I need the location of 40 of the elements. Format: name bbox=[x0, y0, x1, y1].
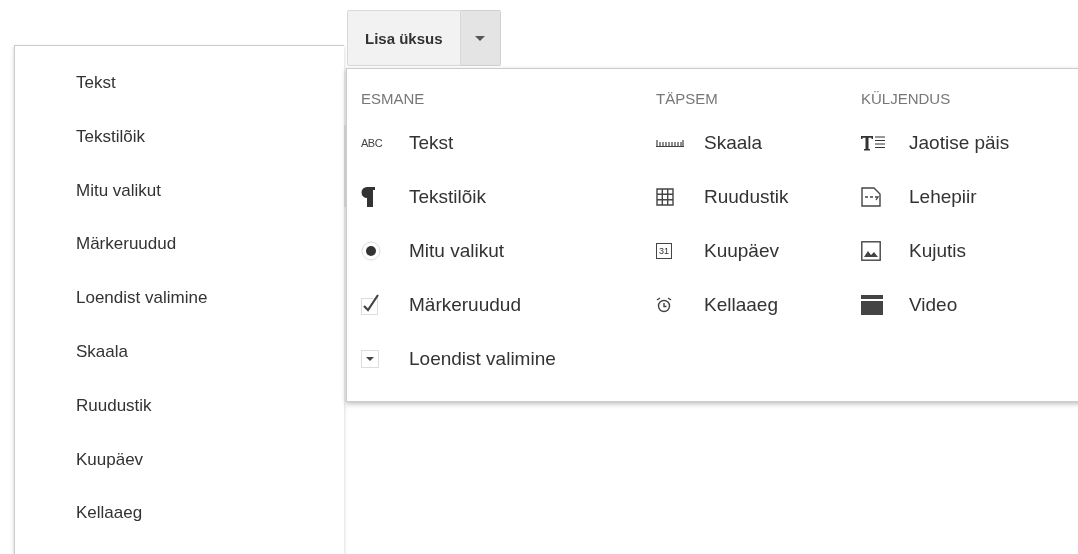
menu-item[interactable]: Ruudustik bbox=[76, 394, 344, 449]
menu-item[interactable]: Tekst bbox=[76, 72, 344, 126]
menu-item[interactable]: Kujutis bbox=[909, 240, 967, 262]
dropdown-icon bbox=[361, 350, 379, 368]
clapperboard-icon bbox=[861, 295, 883, 315]
menu-item[interactable]: Kuupäev bbox=[76, 448, 344, 503]
menu-item[interactable]: Tekstilõik bbox=[409, 186, 487, 208]
menu-item[interactable]: Kellaaeg bbox=[76, 502, 344, 554]
dropdown-button[interactable] bbox=[460, 10, 501, 66]
column-heading: ESMANE bbox=[361, 90, 426, 109]
menu-item[interactable]: Mitu valikut bbox=[76, 179, 344, 234]
menu-item[interactable]: Loendist valimine bbox=[409, 348, 556, 370]
menu-item[interactable]: Tekstilõik bbox=[76, 125, 344, 180]
menu-item[interactable]: Skaala bbox=[76, 341, 344, 395]
menu-item[interactable]: Mitu valikut bbox=[409, 240, 505, 262]
column-heading: KÜLJENDUS bbox=[861, 90, 952, 109]
image-icon bbox=[861, 241, 881, 261]
menu-item[interactable]: Tekst bbox=[409, 132, 454, 154]
menu-item[interactable]: Loendist valimine bbox=[76, 287, 344, 341]
paragraph-icon bbox=[361, 187, 375, 207]
heading-icon bbox=[861, 135, 885, 151]
menu-item[interactable]: Kuupäev bbox=[704, 240, 779, 262]
alarm-clock-icon bbox=[656, 297, 672, 313]
menu-item[interactable]: Jaotise päis bbox=[909, 132, 1010, 154]
menu-item[interactable]: Video bbox=[909, 294, 958, 316]
add-item-button[interactable]: Lisa üksus bbox=[347, 10, 461, 66]
ruler-icon bbox=[656, 139, 684, 147]
caret-icon bbox=[475, 35, 486, 41]
calendar-icon: 31 bbox=[656, 243, 672, 259]
grid-icon bbox=[656, 188, 674, 206]
column-heading: TÄPSEM bbox=[656, 90, 719, 109]
menu-item[interactable]: Kellaaeg bbox=[704, 294, 778, 316]
menu-item[interactable]: Märkeruudud bbox=[409, 294, 521, 316]
menu-item[interactable]: Ruudustik bbox=[704, 186, 789, 208]
menu-item[interactable]: Lehepiir bbox=[909, 186, 977, 208]
menu-item[interactable]: Skaala bbox=[704, 132, 763, 154]
text-icon: ABC bbox=[361, 137, 383, 149]
radio-icon bbox=[361, 241, 381, 261]
menu-item[interactable]: Märkeruudud bbox=[76, 233, 344, 288]
page-break-icon bbox=[861, 187, 881, 207]
